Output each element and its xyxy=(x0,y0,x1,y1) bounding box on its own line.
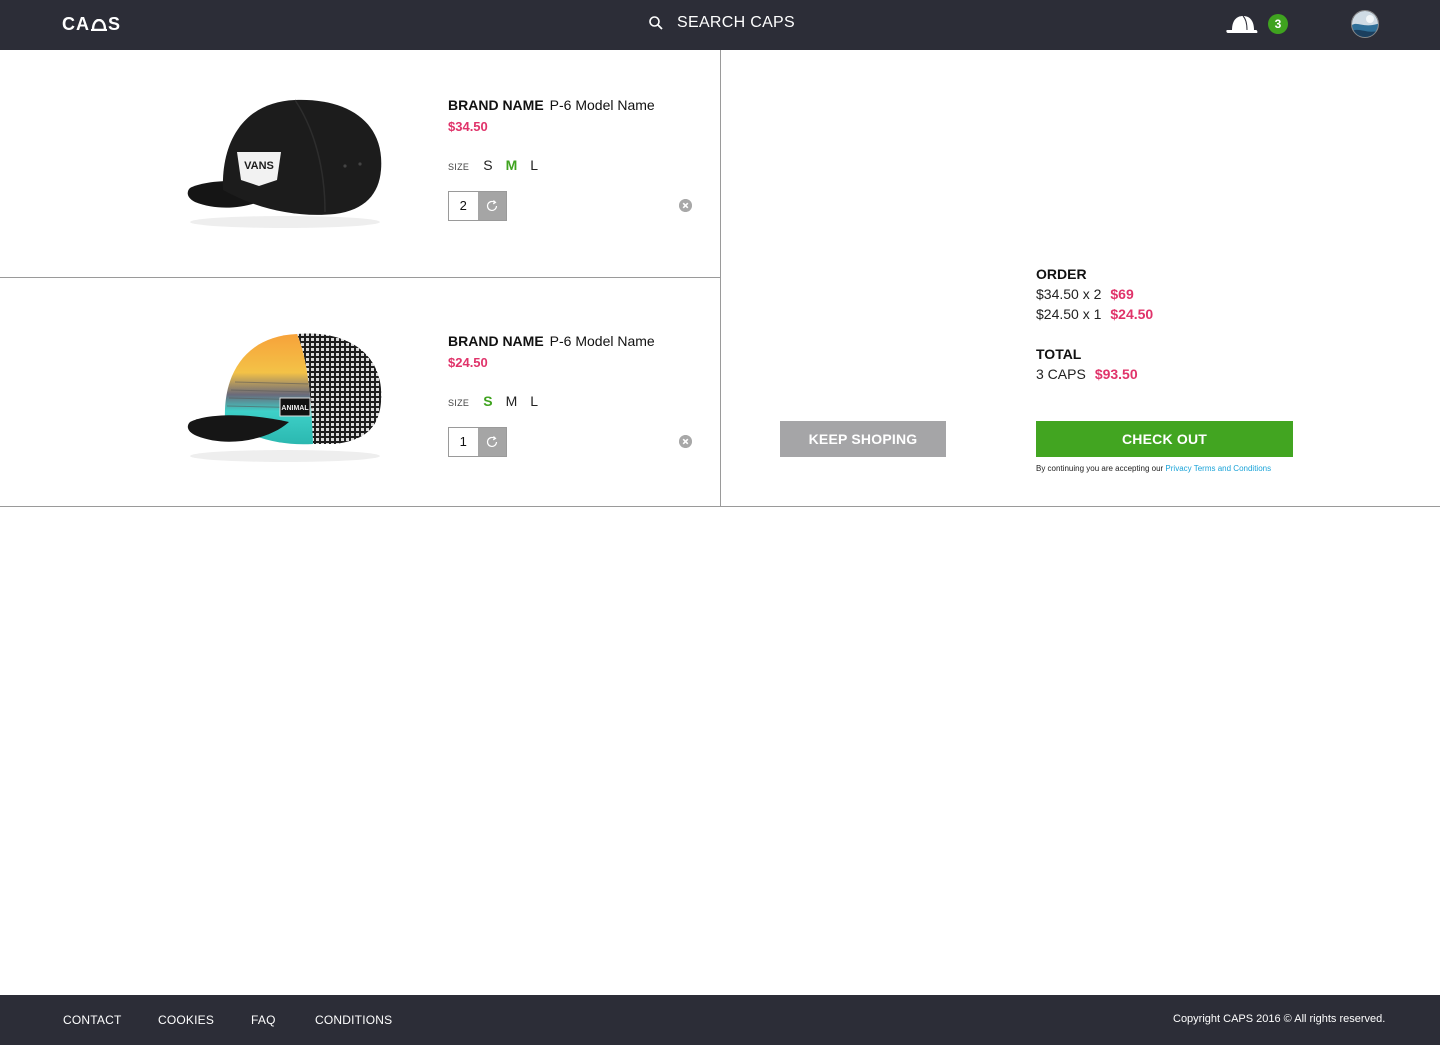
size-label: SIZE xyxy=(448,162,470,172)
footer: CONTACT COOKIES FAQ CONDITIONS Copyright… xyxy=(0,995,1440,1045)
brand-name: BRAND NAME xyxy=(448,333,544,349)
order-line-desc: $24.50 x 1 xyxy=(1036,306,1102,322)
cart-item: VANS BRAND NAME P-6 Model Name $34.50 SIZ… xyxy=(0,50,720,277)
svg-text:ANIMAL: ANIMAL xyxy=(281,405,309,412)
cart-item: ANIMAL BRAND NAME P-6 Model Name $24.50 S… xyxy=(0,278,720,505)
total-block: TOTAL 3 CAPS $93.50 xyxy=(1036,346,1153,382)
total-heading: TOTAL xyxy=(1036,346,1082,362)
footer-link-cookies[interactable]: COOKIES xyxy=(158,1013,214,1027)
total-amount: $93.50 xyxy=(1094,366,1138,382)
svg-text:VANS: VANS xyxy=(244,160,274,172)
model-name: P-6 Model Name xyxy=(549,97,655,113)
product-image-striped-cap[interactable]: ANIMAL xyxy=(185,322,385,462)
refresh-quantity-button[interactable] xyxy=(477,428,506,456)
section-divider xyxy=(0,506,1440,507)
refresh-icon xyxy=(486,200,497,212)
cap-cart-icon[interactable] xyxy=(1226,12,1260,36)
item-title: BRAND NAME P-6 Model Name xyxy=(448,333,655,349)
vertical-divider xyxy=(720,50,721,507)
size-selector: SIZE S M L xyxy=(448,157,551,173)
size-option-m[interactable]: M xyxy=(506,393,518,409)
refresh-quantity-button[interactable] xyxy=(477,192,506,220)
privacy-terms-link[interactable]: Privacy Terms and Conditions xyxy=(1165,464,1271,473)
refresh-icon xyxy=(486,436,497,448)
copyright: Copyright CAPS 2016 © All rights reserve… xyxy=(1173,1013,1386,1025)
quantity-input[interactable]: 1 xyxy=(449,428,478,456)
order-line: $34.50 x 2 $69 xyxy=(1036,286,1153,302)
product-image-black-cap[interactable]: VANS xyxy=(185,90,385,230)
checkout-button[interactable]: CHECK OUT xyxy=(1036,421,1293,457)
size-label: SIZE xyxy=(448,398,470,408)
keep-shopping-button[interactable]: KEEP SHOPING xyxy=(780,421,946,457)
order-line-amount: $24.50 xyxy=(1110,306,1154,322)
order-summary: ORDER $34.50 x 2 $69 $24.50 x 1 $24.50 TOT… xyxy=(1036,266,1153,382)
quantity-input[interactable]: 2 xyxy=(449,192,478,220)
footer-link-faq[interactable]: FAQ xyxy=(251,1013,276,1027)
item-price: $24.50 xyxy=(448,355,488,370)
size-option-s[interactable]: S xyxy=(483,157,492,173)
size-option-l[interactable]: L xyxy=(530,393,538,409)
size-option-s-selected[interactable]: S xyxy=(483,393,492,409)
quantity-stepper: 2 xyxy=(448,191,507,221)
brand-name: BRAND NAME xyxy=(448,97,544,113)
item-price: $34.50 xyxy=(448,119,488,134)
logo-cap-icon xyxy=(91,18,107,31)
footer-link-conditions[interactable]: CONDITIONS xyxy=(315,1013,392,1027)
order-line: $24.50 x 1 $24.50 xyxy=(1036,306,1153,322)
logo-text-s: S xyxy=(108,14,122,34)
footer-link-contact[interactable]: CONTACT xyxy=(63,1013,122,1027)
avatar[interactable] xyxy=(1351,10,1379,38)
logo-text-ca: CA xyxy=(62,14,90,34)
search-icon xyxy=(649,16,663,30)
top-bar: CA S SEARCH CAPS 3 xyxy=(0,0,1440,50)
order-line-desc: $34.50 x 2 xyxy=(1036,286,1102,302)
total-count: 3 CAPS xyxy=(1036,366,1086,382)
logo[interactable]: CA S xyxy=(62,14,121,35)
remove-item-icon[interactable] xyxy=(679,199,692,212)
search-input[interactable]: SEARCH CAPS xyxy=(677,14,795,32)
cart-count-badge: 3 xyxy=(1268,14,1288,34)
quantity-stepper: 1 xyxy=(448,427,507,457)
item-title: BRAND NAME P-6 Model Name xyxy=(448,97,655,113)
order-line-amount: $69 xyxy=(1110,286,1134,302)
size-selector: SIZE S M L xyxy=(448,393,551,409)
avatar-image xyxy=(1352,11,1378,37)
remove-item-icon[interactable] xyxy=(679,435,692,448)
total-line: 3 CAPS $93.50 xyxy=(1036,366,1153,382)
terms-text: By continuing you are accepting our xyxy=(1036,464,1166,473)
terms-notice: By continuing you are accepting our Priv… xyxy=(1036,464,1271,473)
model-name: P-6 Model Name xyxy=(549,333,655,349)
search-bar[interactable]: SEARCH CAPS xyxy=(648,14,795,32)
size-option-l[interactable]: L xyxy=(530,157,538,173)
size-option-m-selected[interactable]: M xyxy=(506,157,518,173)
order-heading: ORDER xyxy=(1036,266,1087,282)
